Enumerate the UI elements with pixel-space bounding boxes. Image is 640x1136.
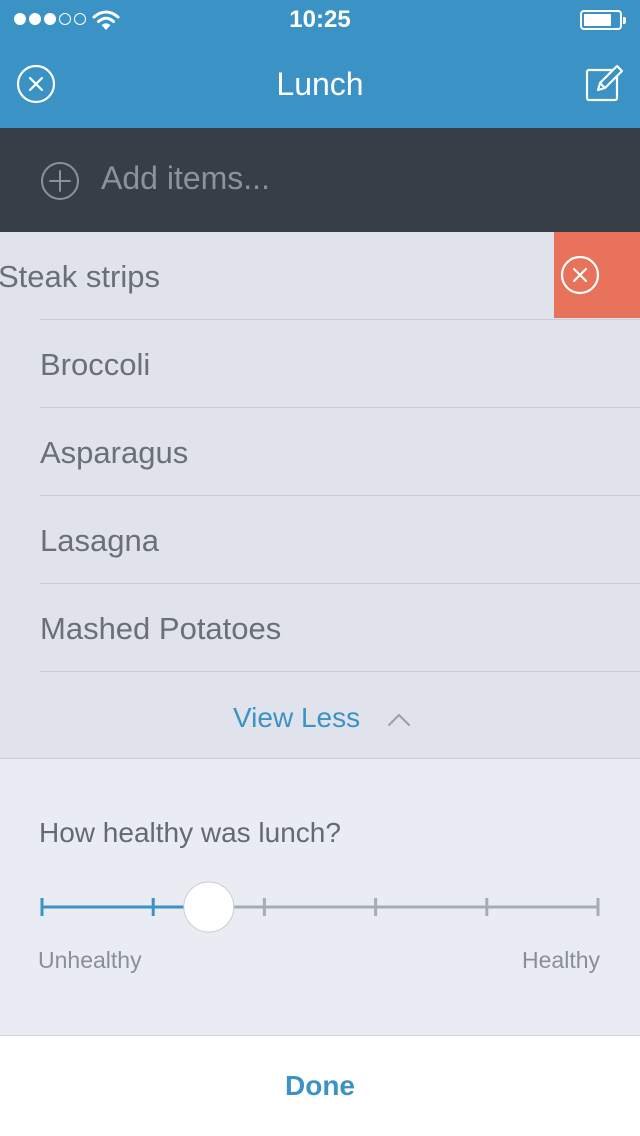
- view-less-button[interactable]: View Less: [0, 672, 640, 758]
- list-item[interactable]: Lasagna: [0, 496, 640, 584]
- status-bar: 10:25: [0, 0, 640, 40]
- slider-min-label: Unhealthy: [38, 947, 142, 973]
- list-item-label: Broccoli: [40, 347, 151, 382]
- list-item[interactable]: Steak strips: [0, 232, 640, 320]
- close-circle-icon: [560, 255, 600, 295]
- plus-circle-icon[interactable]: [40, 161, 80, 201]
- list-item[interactable]: Mashed Potatoes: [0, 584, 640, 672]
- list-item-label: Lasagna: [40, 523, 159, 558]
- list-item[interactable]: Broccoli: [0, 320, 640, 408]
- health-slider[interactable]: [40, 879, 600, 935]
- nav-bar: Lunch: [0, 40, 640, 128]
- battery-icon: [580, 10, 626, 30]
- status-time: 10:25: [289, 6, 351, 33]
- view-less-label: View Less: [233, 702, 361, 733]
- list-item[interactable]: Asparagus: [0, 408, 640, 496]
- slider-thumb: [183, 881, 235, 933]
- done-button[interactable]: Done: [0, 1036, 640, 1136]
- footer: Done: [0, 1036, 640, 1136]
- food-item-list: Steak strips Broccoli Asparagus Lasagna …: [0, 232, 640, 758]
- slider-max-label: Healthy: [522, 947, 600, 973]
- rating-question: How healthy was lunch?: [39, 817, 341, 848]
- health-rating-section: How healthy was lunch? Unhealthy Healthy: [0, 759, 640, 1035]
- chevron-up-icon: [387, 713, 411, 727]
- list-item-label: Asparagus: [40, 435, 189, 470]
- list-item-label: Mashed Potatoes: [40, 611, 282, 646]
- page-title: Lunch: [276, 66, 364, 102]
- list-item-label: Steak strips: [0, 259, 160, 294]
- add-items-input[interactable]: Add items...: [101, 160, 270, 197]
- edit-pencil-icon[interactable]: [584, 64, 624, 104]
- add-items-bar[interactable]: Add items...: [0, 128, 640, 232]
- delete-item-button[interactable]: [554, 232, 640, 318]
